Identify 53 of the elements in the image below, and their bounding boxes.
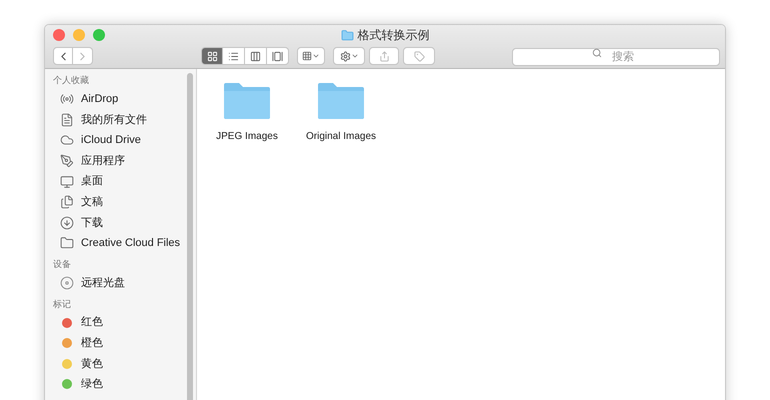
download-icon <box>60 216 74 230</box>
folder-item[interactable]: JPEG Images <box>207 81 287 144</box>
tag-icon <box>414 50 424 62</box>
icon-view-button[interactable] <box>201 47 223 65</box>
folder-icon <box>316 81 366 121</box>
sidebar-item[interactable]: 我的所有文件 <box>45 110 196 130</box>
documents-icon <box>60 195 74 210</box>
sidebar-item[interactable]: iCloud Drive <box>45 130 196 151</box>
columns-icon <box>250 50 261 62</box>
monitor-icon <box>60 174 74 189</box>
folder-name: Original Images <box>306 130 376 144</box>
window-title: 格式转换示例 <box>358 27 430 44</box>
scrollbar[interactable] <box>187 73 193 400</box>
gallery-view-button[interactable] <box>267 47 289 65</box>
sidebar-item[interactable]: 应用程序 <box>45 150 196 172</box>
section-header: 标记 <box>52 298 72 311</box>
list-view-button[interactable] <box>223 47 245 65</box>
back-button[interactable] <box>53 47 73 65</box>
signal-rings-icon <box>60 92 74 106</box>
folder-name: JPEG Images <box>216 130 278 144</box>
settings-button[interactable] <box>333 47 365 65</box>
sidebar-item[interactable]: 文稿 <box>45 192 196 213</box>
sidebar-item[interactable]: 橙色 <box>45 332 196 354</box>
document-icon <box>60 112 74 127</box>
section-header: 个人收藏 <box>52 74 90 88</box>
caret-icon <box>350 52 358 60</box>
share-icon <box>378 50 390 62</box>
folder-icon <box>60 236 74 250</box>
sidebar-item[interactable]: 绿色 <box>45 374 196 395</box>
folder-icon <box>340 28 354 42</box>
search-icon <box>592 48 602 58</box>
sidebar-item[interactable]: AirDrop <box>45 89 196 110</box>
sidebar-item[interactable]: Creative Cloud Files <box>45 233 196 254</box>
sidebar-item[interactable]: 下载 <box>45 212 196 234</box>
caret-icon <box>312 52 320 60</box>
sidebar-item[interactable]: 红色 <box>45 312 196 333</box>
cloud-icon <box>60 133 74 148</box>
gallery-icon <box>272 50 283 62</box>
arrange-button[interactable] <box>297 47 325 65</box>
close-button[interactable] <box>53 29 65 41</box>
grid-icon <box>302 51 312 61</box>
sidebar-item[interactable]: 远程光盘 <box>45 272 196 294</box>
gear-icon <box>340 50 350 62</box>
search-field[interactable]: 搜索 <box>512 48 720 66</box>
section-header: 设备 <box>52 258 72 271</box>
sidebar-item[interactable]: 黄色 <box>45 354 196 374</box>
grid-icon <box>206 50 218 62</box>
disc-icon <box>60 276 74 290</box>
sidebar-item[interactable]: 桌面 <box>45 171 196 192</box>
list-icon <box>228 50 239 62</box>
folder-icon <box>222 81 272 121</box>
column-view-button[interactable] <box>245 47 267 65</box>
folder-item[interactable]: Original Images <box>301 81 381 144</box>
